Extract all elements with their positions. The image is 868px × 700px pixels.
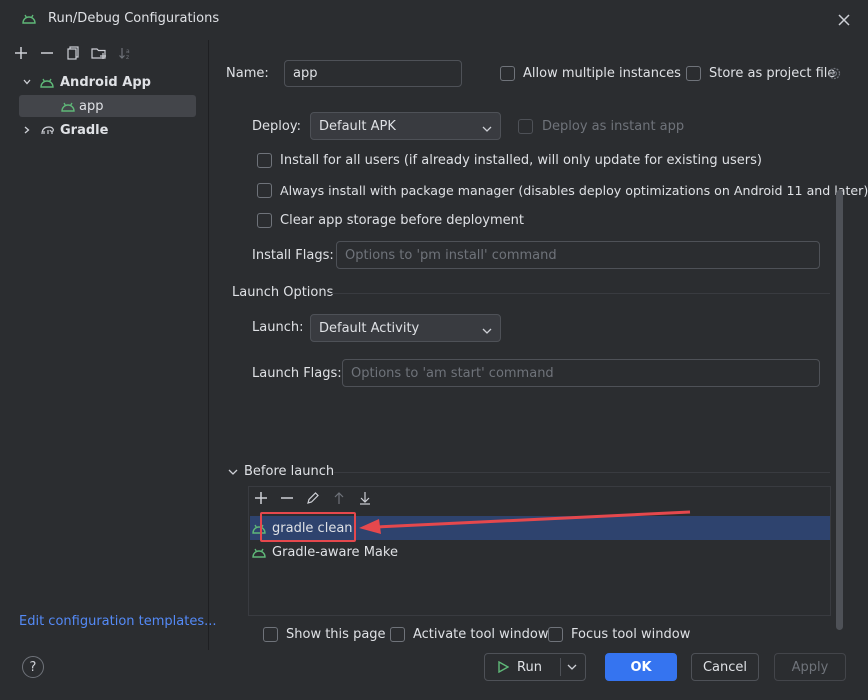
launch-select[interactable]: Default Activity	[310, 314, 501, 342]
title-bar: Run/Debug Configurations	[0, 0, 868, 40]
svg-text:z: z	[126, 54, 129, 60]
show-page-label: Show this page	[286, 627, 386, 642]
ok-button[interactable]: OK	[605, 653, 677, 681]
chevron-down-icon[interactable]	[228, 466, 238, 481]
launch-label: Launch:	[252, 320, 304, 335]
close-icon[interactable]	[834, 10, 854, 30]
separator	[334, 472, 830, 473]
chevron-right-icon	[22, 125, 36, 135]
edit-templates-link[interactable]: Edit configuration templates...	[19, 614, 217, 629]
annotation-arrow-icon	[359, 510, 691, 534]
store-project-label: Store as project file	[709, 66, 836, 81]
launch-flags-label: Launch Flags:	[252, 366, 342, 381]
chevron-down-icon	[22, 77, 36, 87]
deploy-label: Deploy:	[252, 119, 301, 134]
name-label: Name:	[226, 66, 269, 81]
android-icon	[40, 76, 54, 88]
show-page-checkbox[interactable]	[263, 627, 278, 642]
install-flags-label: Install Flags:	[252, 248, 334, 263]
tree-item-gradle[interactable]: Gradle	[22, 119, 197, 141]
store-project-checkbox[interactable]	[686, 66, 701, 81]
always-install-checkbox[interactable]	[257, 183, 272, 198]
help-icon: ?	[29, 659, 37, 675]
play-icon	[497, 661, 509, 673]
always-install-label: Always install with package manager (dis…	[280, 183, 868, 198]
list-item-label: Gradle-aware Make	[272, 544, 398, 560]
run-button[interactable]: Run	[484, 653, 586, 681]
gradle-icon	[40, 124, 56, 136]
run-label: Run	[517, 659, 542, 675]
help-button[interactable]: ?	[22, 656, 44, 678]
activate-tool-label: Activate tool window	[413, 627, 549, 642]
chevron-down-icon	[482, 324, 492, 339]
install-flags-field[interactable]: Options to 'pm install' command	[336, 241, 820, 269]
apply-button[interactable]: Apply	[774, 653, 846, 681]
cancel-button[interactable]: Cancel	[691, 653, 759, 681]
annotation-highlight-box	[260, 512, 356, 542]
edit-icon[interactable]	[304, 489, 322, 507]
tree-item-label: Gradle	[60, 122, 109, 138]
launch-flags-field[interactable]: Options to 'am start' command	[342, 359, 820, 387]
activate-tool-checkbox[interactable]	[390, 627, 405, 642]
tree-item-app[interactable]: app	[19, 95, 196, 117]
new-folder-icon[interactable]	[90, 44, 108, 62]
launch-options-heading: Launch Options	[232, 285, 334, 300]
scrollbar[interactable]	[836, 190, 843, 630]
tree-item-label: app	[79, 98, 104, 114]
android-icon	[61, 100, 75, 112]
move-down-icon[interactable]	[356, 489, 374, 507]
tree-item-label: Android App	[60, 74, 151, 90]
list-item-gradle-aware-make[interactable]: Gradle-aware Make	[250, 540, 830, 564]
dialog-title: Run/Debug Configurations	[48, 11, 220, 26]
focus-tool-label: Focus tool window	[571, 627, 691, 642]
install-all-users-checkbox[interactable]	[257, 153, 272, 168]
before-launch-heading[interactable]: Before launch	[244, 464, 334, 479]
add-icon[interactable]	[12, 44, 30, 62]
clear-storage-label: Clear app storage before deployment	[280, 213, 524, 228]
separator	[330, 293, 830, 294]
install-flags-placeholder: Options to 'pm install' command	[345, 247, 557, 263]
sort-icon[interactable]: az	[116, 44, 134, 62]
chevron-down-icon[interactable]	[567, 663, 577, 671]
name-field[interactable]: app	[284, 60, 462, 87]
allow-multiple-label: Allow multiple instances	[523, 66, 681, 81]
ok-label: OK	[630, 659, 652, 675]
focus-tool-checkbox[interactable]	[548, 627, 563, 642]
clear-storage-checkbox[interactable]	[257, 213, 272, 228]
divider	[560, 658, 561, 676]
remove-icon[interactable]	[278, 489, 296, 507]
android-icon	[252, 546, 266, 558]
move-up-icon[interactable]	[330, 489, 348, 507]
tree-item-android-app[interactable]: Android App	[22, 71, 197, 93]
remove-icon[interactable]	[38, 44, 56, 62]
android-icon	[22, 12, 36, 28]
deploy-instant-checkbox[interactable]	[518, 119, 533, 134]
name-value: app	[293, 66, 318, 81]
launch-flags-placeholder: Options to 'am start' command	[351, 365, 554, 381]
apply-label: Apply	[791, 659, 829, 675]
install-all-users-label: Install for all users (if already instal…	[280, 153, 762, 168]
deploy-instant-label: Deploy as instant app	[542, 119, 685, 134]
run-debug-dialog: Run/Debug Configurations az Android App …	[0, 0, 868, 700]
gear-icon[interactable]	[827, 66, 842, 85]
deploy-select[interactable]: Default APK	[310, 112, 501, 140]
deploy-value: Default APK	[319, 118, 396, 134]
copy-icon[interactable]	[64, 44, 82, 62]
cancel-label: Cancel	[702, 659, 748, 675]
launch-value: Default Activity	[319, 320, 420, 336]
chevron-down-icon	[482, 122, 492, 137]
add-icon[interactable]	[252, 489, 270, 507]
allow-multiple-checkbox[interactable]	[500, 66, 515, 81]
